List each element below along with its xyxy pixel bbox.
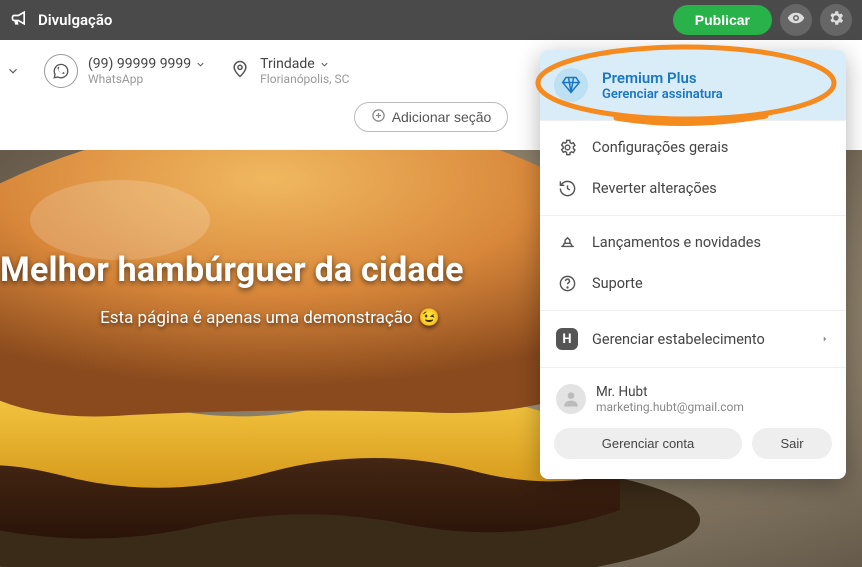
hero-subtitle: Esta página é apenas uma demonstração 😉 (100, 308, 440, 328)
megaphone-icon (10, 8, 30, 32)
hero-overlay: Melhor hambúrguer da cidade Esta página … (0, 150, 540, 328)
user-email: marketing.hubt@gmail.com (596, 400, 744, 414)
panel-user-group: Mr. Hubt marketing.hubt@gmail.com Gerenc… (540, 367, 846, 479)
add-section-button[interactable]: Adicionar seção (354, 102, 509, 132)
preview-button[interactable] (780, 4, 812, 36)
premium-title: Premium Plus (602, 69, 723, 87)
launch-icon (556, 233, 578, 252)
premium-subtitle: Gerenciar assinatura (602, 87, 723, 102)
h-badge-icon: H (556, 328, 578, 350)
help-icon (556, 274, 578, 293)
releases-news-item[interactable]: Lançamentos e novidades (540, 222, 846, 263)
menu-item-label: Lançamentos e novidades (592, 234, 761, 251)
menu-item-label: Reverter alterações (592, 180, 717, 197)
user-name: Mr. Hubt (596, 384, 744, 400)
logout-button[interactable]: Sair (752, 428, 832, 459)
menu-item-label: Suporte (592, 275, 643, 292)
hero-title: Melhor hambúrguer da cidade (0, 250, 540, 290)
chevron-right-icon (820, 331, 830, 348)
panel-group-b: Lançamentos e novidades Suporte (540, 215, 846, 310)
location-block[interactable]: Trindade Florianópolis, SC (230, 56, 349, 86)
settings-panel: Premium Plus Gerenciar assinatura Config… (540, 50, 846, 479)
hero-subtitle-text: Esta página é apenas uma demonstração (100, 308, 413, 328)
topbar-left: Divulgação (10, 8, 112, 32)
panel-group-a: Configurações gerais Reverter alterações (540, 120, 846, 215)
whatsapp-block[interactable]: (99) 99999 9999 WhatsApp (44, 54, 206, 88)
add-section-label: Adicionar seção (392, 109, 492, 125)
settings-button[interactable] (820, 4, 852, 36)
whatsapp-icon (44, 54, 78, 88)
menu-item-label: Gerenciar estabelecimento (592, 331, 765, 348)
page-title: Divulgação (38, 11, 112, 29)
gear-icon (827, 9, 845, 31)
chevron-down-icon[interactable] (6, 64, 20, 78)
user-block: Mr. Hubt marketing.hubt@gmail.com (540, 374, 846, 422)
phone-number: (99) 99999 9999 (88, 56, 191, 72)
gear-icon (556, 138, 578, 157)
plus-circle-icon (371, 108, 386, 126)
pin-icon (230, 56, 250, 86)
panel-actions: Gerenciar conta Sair (540, 422, 846, 473)
phone-row: (99) 99999 9999 (88, 56, 206, 72)
revert-changes-item[interactable]: Reverter alterações (540, 168, 846, 209)
topbar: Divulgação Publicar (0, 0, 862, 40)
diamond-icon (554, 68, 588, 102)
history-icon (556, 179, 578, 198)
menu-item-label: Configurações gerais (592, 139, 728, 156)
chevron-down-icon (319, 59, 330, 70)
support-item[interactable]: Suporte (540, 263, 846, 304)
eye-icon (787, 9, 805, 31)
panel-group-c: H Gerenciar estabelecimento (540, 310, 846, 367)
manage-establishment-item[interactable]: H Gerenciar estabelecimento (540, 317, 846, 361)
general-settings-item[interactable]: Configurações gerais (540, 127, 846, 168)
manage-account-button[interactable]: Gerenciar conta (554, 428, 742, 459)
publish-button[interactable]: Publicar (673, 5, 772, 35)
avatar-icon (556, 384, 586, 414)
wink-emoji: 😉 (419, 308, 440, 328)
premium-plus-item[interactable]: Premium Plus Gerenciar assinatura (540, 50, 846, 120)
city-row: Trindade (260, 56, 349, 72)
region-name: Florianópolis, SC (260, 72, 349, 86)
chevron-down-icon (195, 59, 206, 70)
city-name: Trindade (260, 56, 315, 72)
phone-label: WhatsApp (88, 72, 206, 86)
